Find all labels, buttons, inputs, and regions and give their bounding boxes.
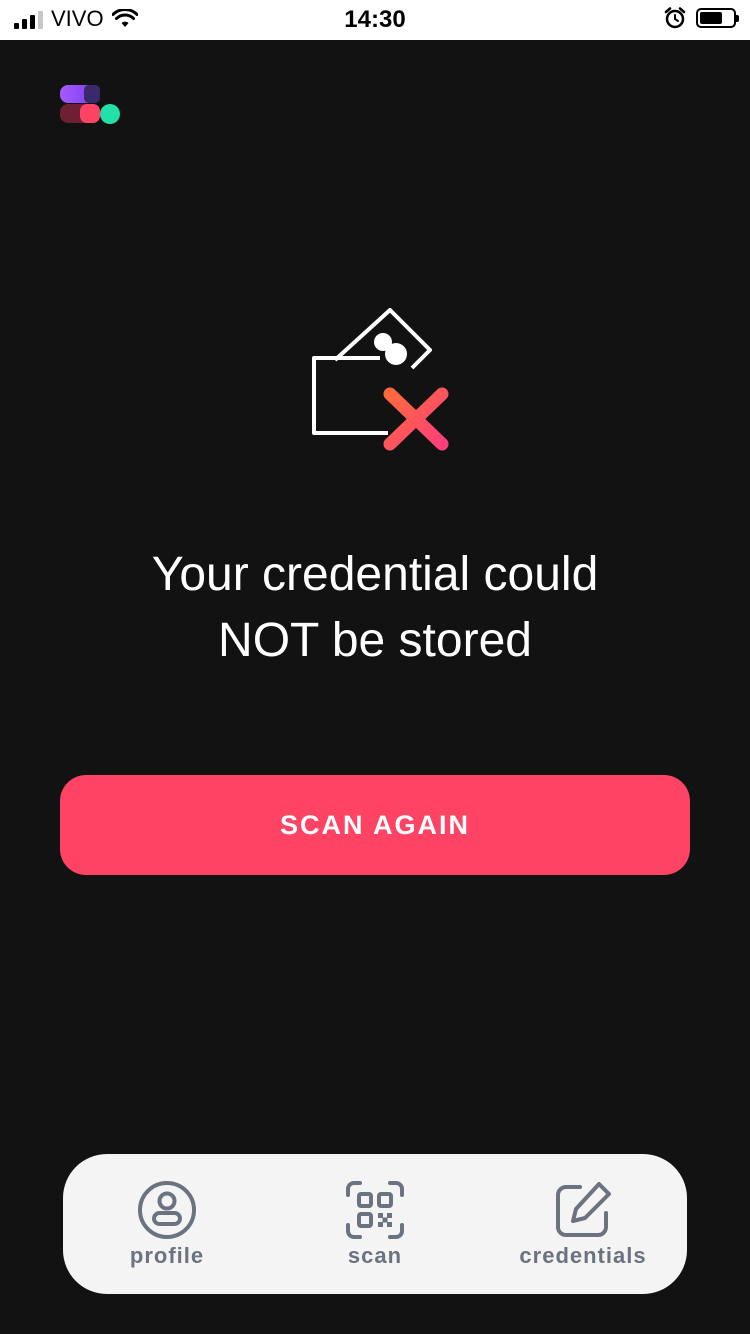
nav-label-profile: profile — [129, 1243, 205, 1268]
app-logo-icon — [60, 85, 120, 124]
status-time: 14:30 — [344, 6, 406, 33]
status-bar: VIVO 14:30 — [0, 0, 750, 40]
scan-again-button[interactable]: SCAN AGAIN — [60, 775, 690, 875]
wallet-error-icon — [312, 308, 449, 451]
nav-item-credentials[interactable]: credentials — [483, 1179, 683, 1269]
user-circle-icon — [138, 1181, 196, 1239]
message-line-1: Your credential could — [151, 548, 599, 601]
nav-item-scan[interactable]: scan — [275, 1179, 475, 1269]
status-right — [664, 7, 739, 29]
nav-label-scan: scan — [347, 1243, 403, 1268]
alarm-icon — [664, 7, 686, 29]
error-message: Your credential could NOT be stored — [60, 542, 690, 674]
nav-item-profile[interactable]: profile — [67, 1179, 267, 1269]
nav-label-credentials: credentials — [519, 1243, 647, 1268]
edit-icon — [556, 1182, 611, 1237]
qr-code-icon — [346, 1181, 404, 1239]
message-line-2: NOT be stored — [218, 614, 532, 667]
bottom-nav: profile scan credentials — [63, 1154, 687, 1294]
battery-fill — [700, 12, 722, 24]
battery-icon — [696, 8, 739, 28]
